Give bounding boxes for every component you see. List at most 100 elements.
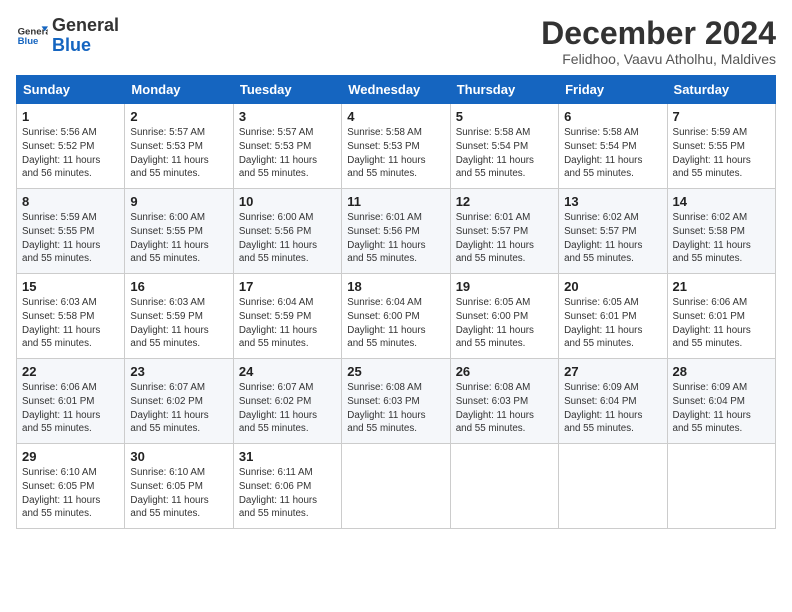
day-number: 13 xyxy=(564,194,661,209)
day-info: Sunrise: 5:58 AMSunset: 5:54 PMDaylight:… xyxy=(564,126,661,181)
svg-text:Blue: Blue xyxy=(18,36,39,47)
day-number: 29 xyxy=(22,449,119,464)
day-number: 6 xyxy=(564,109,661,124)
day-info: Sunrise: 6:04 AMSunset: 6:00 PMDaylight:… xyxy=(347,296,444,351)
day-info: Sunrise: 6:01 AMSunset: 5:56 PMDaylight:… xyxy=(347,211,444,266)
day-info: Sunrise: 6:00 AMSunset: 5:55 PMDaylight:… xyxy=(130,211,227,266)
day-info: Sunrise: 6:10 AMSunset: 6:05 PMDaylight:… xyxy=(22,466,119,521)
day-number: 20 xyxy=(564,279,661,294)
calendar-cell: 15 Sunrise: 6:03 AMSunset: 5:58 PMDayligh… xyxy=(17,274,125,359)
calendar-cell: 6 Sunrise: 5:58 AMSunset: 5:54 PMDaylight… xyxy=(559,104,667,189)
day-info: Sunrise: 6:02 AMSunset: 5:58 PMDaylight:… xyxy=(673,211,770,266)
day-header-saturday: Saturday xyxy=(667,76,775,104)
calendar-cell: 30Sunrise: 6:10 AMSunset: 6:05 PMDayligh… xyxy=(125,444,233,529)
day-number: 17 xyxy=(239,279,336,294)
calendar-cell: 1 Sunrise: 5:56 AMSunset: 5:52 PMDaylight… xyxy=(17,104,125,189)
day-number: 2 xyxy=(130,109,227,124)
day-number: 1 xyxy=(22,109,119,124)
calendar-cell: 17Sunrise: 6:04 AMSunset: 5:59 PMDayligh… xyxy=(233,274,341,359)
day-info: Sunrise: 6:03 AMSunset: 5:59 PMDaylight:… xyxy=(130,296,227,351)
month-title: December 2024 xyxy=(541,16,776,51)
calendar-body: 1 Sunrise: 5:56 AMSunset: 5:52 PMDaylight… xyxy=(17,104,776,529)
day-info: Sunrise: 6:03 AMSunset: 5:58 PMDaylight:… xyxy=(22,296,119,351)
day-number: 14 xyxy=(673,194,770,209)
day-info: Sunrise: 6:01 AMSunset: 5:57 PMDaylight:… xyxy=(456,211,553,266)
calendar-cell: 25Sunrise: 6:08 AMSunset: 6:03 PMDayligh… xyxy=(342,359,450,444)
day-info: Sunrise: 5:56 AMSunset: 5:52 PMDaylight:… xyxy=(22,126,119,181)
day-info: Sunrise: 6:06 AMSunset: 6:01 PMDaylight:… xyxy=(673,296,770,351)
calendar-cell: 19 Sunrise: 6:05 AMSunset: 6:00 PMDayligh… xyxy=(450,274,558,359)
calendar-cell: 7 Sunrise: 5:59 AMSunset: 5:55 PMDaylight… xyxy=(667,104,775,189)
calendar-cell: 11 Sunrise: 6:01 AMSunset: 5:56 PMDayligh… xyxy=(342,189,450,274)
day-number: 27 xyxy=(564,364,661,379)
day-info: Sunrise: 5:59 AMSunset: 5:55 PMDaylight:… xyxy=(673,126,770,181)
day-info: Sunrise: 5:58 AMSunset: 5:53 PMDaylight:… xyxy=(347,126,444,181)
logo-general-text: General xyxy=(52,16,119,36)
calendar-header-row: SundayMondayTuesdayWednesdayThursdayFrid… xyxy=(17,76,776,104)
day-number: 5 xyxy=(456,109,553,124)
header: General Blue General Blue December 2024 … xyxy=(16,16,776,67)
calendar-week-row: 8 Sunrise: 5:59 AMSunset: 5:55 PMDaylight… xyxy=(17,189,776,274)
calendar-cell: 28Sunrise: 6:09 AMSunset: 6:04 PMDayligh… xyxy=(667,359,775,444)
day-header-wednesday: Wednesday xyxy=(342,76,450,104)
day-info: Sunrise: 5:57 AMSunset: 5:53 PMDaylight:… xyxy=(130,126,227,181)
calendar-cell: 5 Sunrise: 5:58 AMSunset: 5:54 PMDaylight… xyxy=(450,104,558,189)
day-number: 8 xyxy=(22,194,119,209)
day-info: Sunrise: 6:00 AMSunset: 5:56 PMDaylight:… xyxy=(239,211,336,266)
calendar-cell: 22Sunrise: 6:06 AMSunset: 6:01 PMDayligh… xyxy=(17,359,125,444)
calendar-week-row: 22Sunrise: 6:06 AMSunset: 6:01 PMDayligh… xyxy=(17,359,776,444)
day-info: Sunrise: 6:06 AMSunset: 6:01 PMDaylight:… xyxy=(22,381,119,436)
day-number: 21 xyxy=(673,279,770,294)
calendar-cell: 4Sunrise: 5:58 AMSunset: 5:53 PMDaylight… xyxy=(342,104,450,189)
logo-icon: General Blue xyxy=(16,20,48,52)
calendar-week-row: 29 Sunrise: 6:10 AMSunset: 6:05 PMDayligh… xyxy=(17,444,776,529)
calendar-cell: 31Sunrise: 6:11 AMSunset: 6:06 PMDayligh… xyxy=(233,444,341,529)
day-info: Sunrise: 6:07 AMSunset: 6:02 PMDaylight:… xyxy=(239,381,336,436)
day-number: 7 xyxy=(673,109,770,124)
day-header-sunday: Sunday xyxy=(17,76,125,104)
logo: General Blue General Blue xyxy=(16,16,119,56)
day-number: 16 xyxy=(130,279,227,294)
calendar-cell: 3Sunrise: 5:57 AMSunset: 5:53 PMDaylight… xyxy=(233,104,341,189)
logo-blue-text: Blue xyxy=(52,36,119,56)
calendar-cell: 9 Sunrise: 6:00 AMSunset: 5:55 PMDaylight… xyxy=(125,189,233,274)
day-info: Sunrise: 6:09 AMSunset: 6:04 PMDaylight:… xyxy=(564,381,661,436)
day-header-thursday: Thursday xyxy=(450,76,558,104)
day-number: 19 xyxy=(456,279,553,294)
day-info: Sunrise: 6:05 AMSunset: 6:00 PMDaylight:… xyxy=(456,296,553,351)
location-title: Felidhoo, Vaavu Atholhu, Maldives xyxy=(541,51,776,67)
day-number: 12 xyxy=(456,194,553,209)
calendar-cell: 10Sunrise: 6:00 AMSunset: 5:56 PMDayligh… xyxy=(233,189,341,274)
day-info: Sunrise: 6:07 AMSunset: 6:02 PMDaylight:… xyxy=(130,381,227,436)
day-number: 25 xyxy=(347,364,444,379)
calendar-cell: 21 Sunrise: 6:06 AMSunset: 6:01 PMDayligh… xyxy=(667,274,775,359)
calendar-cell: 12 Sunrise: 6:01 AMSunset: 5:57 PMDayligh… xyxy=(450,189,558,274)
day-number: 26 xyxy=(456,364,553,379)
day-number: 15 xyxy=(22,279,119,294)
calendar-cell xyxy=(559,444,667,529)
title-area: December 2024 Felidhoo, Vaavu Atholhu, M… xyxy=(541,16,776,67)
day-number: 11 xyxy=(347,194,444,209)
calendar-cell xyxy=(342,444,450,529)
calendar-cell: 29 Sunrise: 6:10 AMSunset: 6:05 PMDayligh… xyxy=(17,444,125,529)
day-header-tuesday: Tuesday xyxy=(233,76,341,104)
calendar-cell: 16 Sunrise: 6:03 AMSunset: 5:59 PMDayligh… xyxy=(125,274,233,359)
day-info: Sunrise: 6:09 AMSunset: 6:04 PMDaylight:… xyxy=(673,381,770,436)
calendar-week-row: 1 Sunrise: 5:56 AMSunset: 5:52 PMDaylight… xyxy=(17,104,776,189)
day-header-monday: Monday xyxy=(125,76,233,104)
calendar-cell: 14 Sunrise: 6:02 AMSunset: 5:58 PMDayligh… xyxy=(667,189,775,274)
calendar-cell: 26 Sunrise: 6:08 AMSunset: 6:03 PMDayligh… xyxy=(450,359,558,444)
day-number: 9 xyxy=(130,194,227,209)
day-info: Sunrise: 5:59 AMSunset: 5:55 PMDaylight:… xyxy=(22,211,119,266)
calendar-cell: 24 Sunrise: 6:07 AMSunset: 6:02 PMDayligh… xyxy=(233,359,341,444)
day-info: Sunrise: 6:10 AMSunset: 6:05 PMDaylight:… xyxy=(130,466,227,521)
day-number: 31 xyxy=(239,449,336,464)
day-header-friday: Friday xyxy=(559,76,667,104)
day-info: Sunrise: 6:08 AMSunset: 6:03 PMDaylight:… xyxy=(456,381,553,436)
day-number: 24 xyxy=(239,364,336,379)
calendar-cell xyxy=(450,444,558,529)
calendar-cell: 8 Sunrise: 5:59 AMSunset: 5:55 PMDaylight… xyxy=(17,189,125,274)
calendar-cell: 18Sunrise: 6:04 AMSunset: 6:00 PMDayligh… xyxy=(342,274,450,359)
day-info: Sunrise: 5:58 AMSunset: 5:54 PMDaylight:… xyxy=(456,126,553,181)
calendar-cell: 2 Sunrise: 5:57 AMSunset: 5:53 PMDaylight… xyxy=(125,104,233,189)
